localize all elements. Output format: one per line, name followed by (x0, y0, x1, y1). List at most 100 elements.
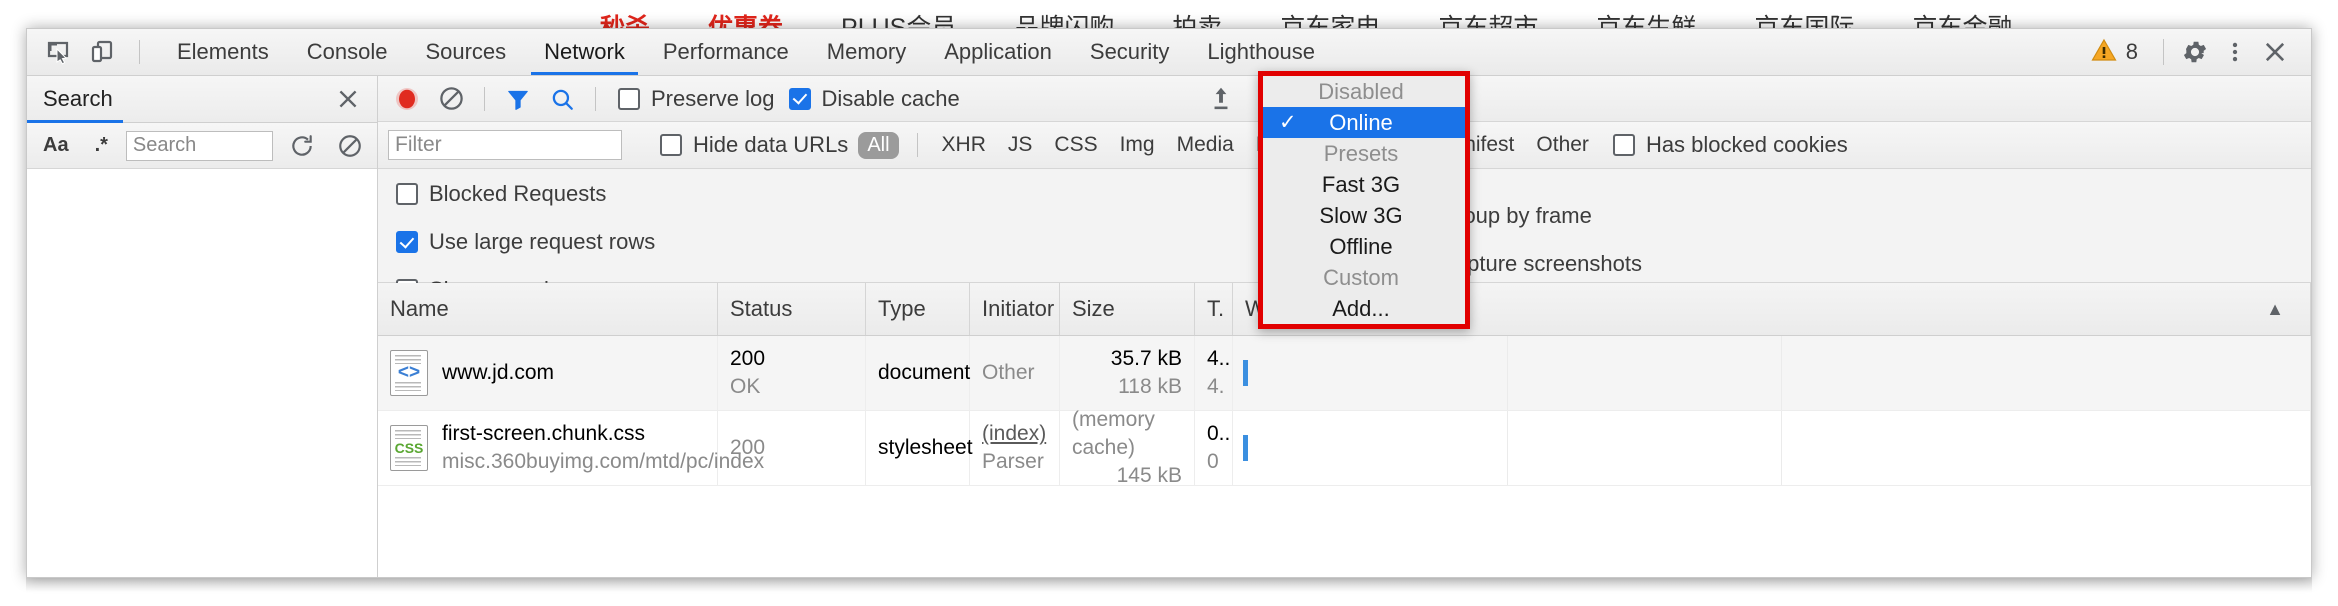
more-options-icon[interactable] (2217, 34, 2253, 70)
toolbar-divider (484, 87, 485, 111)
type-filter-css[interactable]: CSS (1048, 131, 1103, 159)
search-icon[interactable] (543, 83, 581, 115)
menu-item-add[interactable]: Add... (1263, 293, 1465, 324)
request-size-cell: (memory cache) 145 kB (1060, 411, 1195, 485)
tab-console[interactable]: Console (288, 29, 407, 75)
disable-cache-checkbox[interactable]: Disable cache (789, 86, 960, 112)
checkbox-box (660, 134, 682, 156)
menu-item-label: Slow 3G (1263, 203, 1465, 229)
panel-tabs: Elements Console Sources Network Perform… (158, 29, 1334, 75)
devtools-window: Elements Console Sources Network Perform… (26, 28, 2312, 578)
request-type-cell: stylesheet (866, 411, 970, 485)
column-header-initiator[interactable]: Initiator (970, 283, 1060, 335)
column-header-status[interactable]: Status (718, 283, 866, 335)
match-case-button[interactable]: Aa (35, 132, 77, 159)
resource-size: 118 kB (1118, 373, 1182, 401)
type-filter-media[interactable]: Media (1171, 131, 1240, 159)
tab-network[interactable]: Network (525, 29, 644, 75)
tab-label: Memory (827, 39, 906, 65)
devtools-left-icons (27, 29, 158, 75)
menu-item-fast-3g[interactable]: Fast 3G (1263, 169, 1465, 200)
checkbox-box (396, 231, 418, 253)
close-icon[interactable] (335, 86, 361, 112)
request-waterfall-cell (1233, 336, 2311, 410)
settings-gear-icon[interactable] (2177, 34, 2213, 70)
options-column-right: Group by frame Capture screenshots (1398, 181, 2301, 274)
checkbox-label: Disable cache (822, 86, 960, 112)
tab-label: Elements (177, 39, 269, 65)
menu-group-disabled: Disabled (1263, 76, 1465, 107)
toolbar-divider (595, 87, 596, 111)
check-icon: ✓ (1279, 110, 1297, 135)
has-blocked-cookies-checkbox[interactable]: Has blocked cookies (1613, 132, 1848, 158)
use-large-request-rows-checkbox[interactable]: Use large request rows (396, 229, 978, 255)
search-input[interactable]: Search (126, 131, 273, 161)
tab-label: Console (307, 39, 388, 65)
table-row[interactable]: CSS first-screen.chunk.css misc.360buyim… (378, 411, 2311, 486)
type-filter-all[interactable]: All (858, 132, 898, 159)
refresh-icon[interactable] (283, 130, 321, 162)
devtools-tabbar: Elements Console Sources Network Perform… (27, 29, 2311, 76)
close-devtools-icon[interactable] (2257, 34, 2293, 70)
type-filter-xhr[interactable]: XHR (936, 131, 992, 159)
toolbar-divider (139, 40, 140, 64)
clear-network-icon[interactable] (432, 83, 470, 115)
request-type-cell: document (866, 336, 970, 410)
filter-input[interactable]: Filter (388, 130, 622, 160)
status-code: 200 (730, 345, 765, 373)
request-domain-path: misc.360buyimg.com/mtd/pc/index (442, 448, 764, 476)
record-button[interactable] (388, 83, 426, 115)
column-header-name[interactable]: Name (378, 283, 718, 335)
capture-screenshots-checkbox[interactable]: Capture screenshots (1406, 251, 2301, 277)
tab-label: Application (944, 39, 1052, 65)
column-header-time[interactable]: T. (1195, 283, 1233, 335)
request-size-cell: 35.7 kB 118 kB (1060, 336, 1195, 410)
tab-application[interactable]: Application (925, 29, 1071, 75)
filter-funnel-icon[interactable] (499, 83, 537, 115)
tab-elements[interactable]: Elements (158, 29, 288, 75)
type-filter-img[interactable]: Img (1114, 131, 1161, 159)
device-toolbar-icon[interactable] (87, 37, 117, 67)
tab-label: Security (1090, 39, 1169, 65)
tab-performance[interactable]: Performance (644, 29, 808, 75)
hide-data-urls-checkbox[interactable]: Hide data URLs (660, 132, 848, 158)
status-text: OK (730, 373, 765, 401)
menu-item-slow-3g[interactable]: Slow 3G (1263, 200, 1465, 231)
checkbox-label: Preserve log (651, 86, 775, 112)
clear-icon[interactable] (331, 130, 369, 162)
menu-group-label: Disabled (1263, 79, 1465, 105)
regex-button[interactable]: .* (87, 132, 116, 159)
throttling-dropdown-menu[interactable]: Disabled ✓ Online Presets Fast 3G Slow 3… (1258, 71, 1470, 329)
search-results-list (27, 169, 377, 578)
latency-value: 0 (1207, 448, 1230, 476)
checkbox-label: Use large request rows (429, 229, 655, 255)
transfer-size: (memory cache) (1072, 406, 1182, 461)
blocked-requests-checkbox[interactable]: Blocked Requests (396, 181, 978, 207)
type-filter-other[interactable]: Other (1530, 131, 1595, 159)
column-header-size[interactable]: Size (1060, 283, 1195, 335)
warning-indicator[interactable]: 8 (2079, 37, 2150, 68)
import-har-icon[interactable] (1202, 83, 1240, 115)
column-header-type[interactable]: Type (866, 283, 970, 335)
tab-lighthouse[interactable]: Lighthouse (1188, 29, 1334, 75)
tab-security[interactable]: Security (1071, 29, 1188, 75)
preserve-log-checkbox[interactable]: Preserve log (618, 86, 775, 112)
search-toolbar: Aa .* Search (27, 123, 377, 169)
options-column-left: Blocked Requests Use large request rows … (388, 181, 978, 274)
menu-group-custom: Custom (1263, 262, 1465, 293)
tab-sources[interactable]: Sources (406, 29, 525, 75)
css-file-icon: CSS (390, 425, 428, 471)
tab-memory[interactable]: Memory (808, 29, 925, 75)
group-by-frame-checkbox[interactable]: Group by frame (1406, 203, 2301, 229)
menu-item-offline[interactable]: Offline (1263, 231, 1465, 262)
menu-item-label: Offline (1263, 234, 1465, 260)
type-filter-js[interactable]: JS (1002, 131, 1039, 159)
initiator-link[interactable]: (index) (982, 420, 1046, 448)
tab-label: Lighthouse (1207, 39, 1315, 65)
inspect-element-icon[interactable] (43, 37, 73, 67)
devtools-body: Search Aa .* Search (27, 76, 2311, 578)
checkbox-box (1613, 134, 1635, 156)
menu-item-online[interactable]: ✓ Online (1263, 107, 1465, 138)
table-row[interactable]: <> www.jd.com 200 OK document Other (378, 336, 2311, 411)
request-status-cell: 200 OK (718, 336, 866, 410)
